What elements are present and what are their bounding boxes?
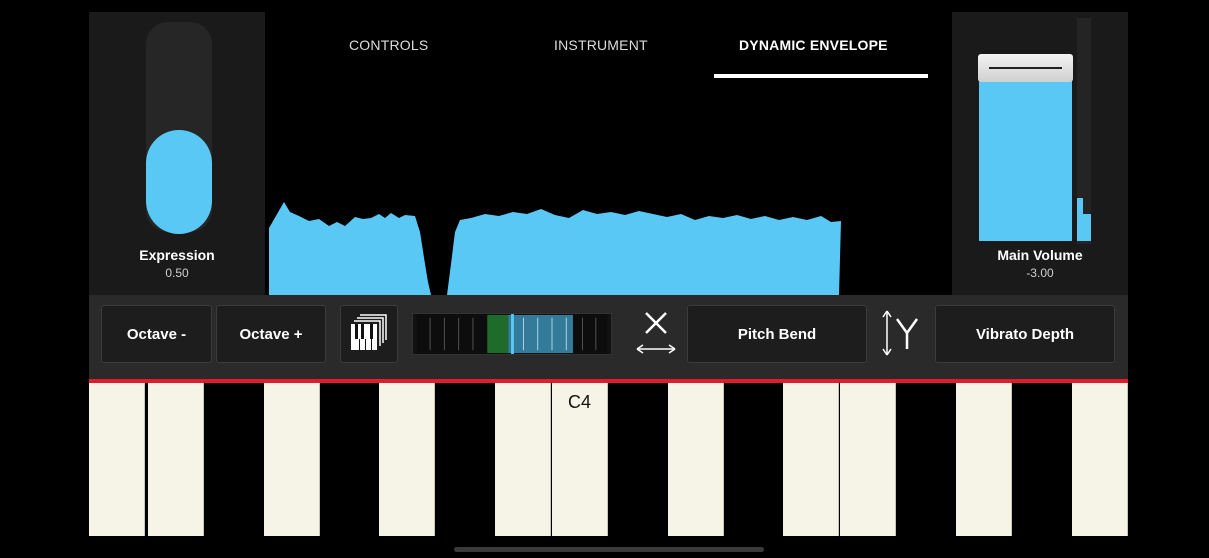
octave-up-button[interactable]: Octave + <box>216 305 326 363</box>
expression-label: Expression <box>139 247 215 263</box>
white-key[interactable] <box>668 383 724 536</box>
piano-keyboard: C4 <box>89 383 1128 536</box>
expression-value: 0.50 <box>165 266 189 280</box>
octave-down-button[interactable]: Octave - <box>101 305 212 363</box>
dynamic-envelope-waveform <box>269 202 841 295</box>
main-volume-fill <box>979 76 1072 241</box>
y-axis-arrow-icon <box>882 310 919 356</box>
expression-panel: Expression 0.50 <box>89 12 265 295</box>
white-key-c4[interactable]: C4 <box>552 383 608 536</box>
white-key[interactable] <box>1072 383 1128 536</box>
main-volume-label: Main Volume <box>997 247 1083 263</box>
white-key[interactable] <box>264 383 320 536</box>
volume-meter-level <box>1077 198 1091 241</box>
keyboard-toggle-button[interactable] <box>340 305 398 363</box>
tab-controls[interactable]: CONTROLS <box>349 37 428 53</box>
piano-keys-icon <box>351 314 387 350</box>
white-key[interactable] <box>840 383 896 536</box>
tab-dynamic-envelope[interactable]: DYNAMIC ENVELOPE <box>739 37 888 53</box>
tab-instrument[interactable]: INSTRUMENT <box>554 37 648 53</box>
main-volume-value: -3.00 <box>1026 266 1054 280</box>
pitch-bend-button[interactable]: Pitch Bend <box>687 305 867 363</box>
white-key[interactable] <box>89 383 145 536</box>
active-tab-indicator <box>714 74 928 78</box>
white-key[interactable] <box>783 383 839 536</box>
keyboard-range-navigator[interactable] <box>412 313 612 355</box>
vibrato-depth-button[interactable]: Vibrato Depth <box>935 305 1115 363</box>
control-bar: Octave - Octave + Pitch Bend Vibrato Dep… <box>89 295 1128 379</box>
white-key[interactable] <box>956 383 1012 536</box>
expression-slider-thumb[interactable] <box>146 130 212 234</box>
main-volume-slider-handle[interactable] <box>978 54 1073 82</box>
white-key[interactable] <box>495 383 551 536</box>
white-key[interactable] <box>148 383 204 536</box>
key-label-c4: C4 <box>567 392 591 412</box>
tab-bar: CONTROLS INSTRUMENT DYNAMIC ENVELOPE <box>265 12 952 92</box>
home-indicator[interactable] <box>454 547 764 552</box>
main-volume-panel: Main Volume -3.00 <box>952 12 1128 295</box>
app-window: Expression 0.50 CONTROLS INSTRUMENT DYNA… <box>89 12 1128 536</box>
x-axis-arrow-icon <box>636 312 676 354</box>
white-key[interactable] <box>379 383 435 536</box>
